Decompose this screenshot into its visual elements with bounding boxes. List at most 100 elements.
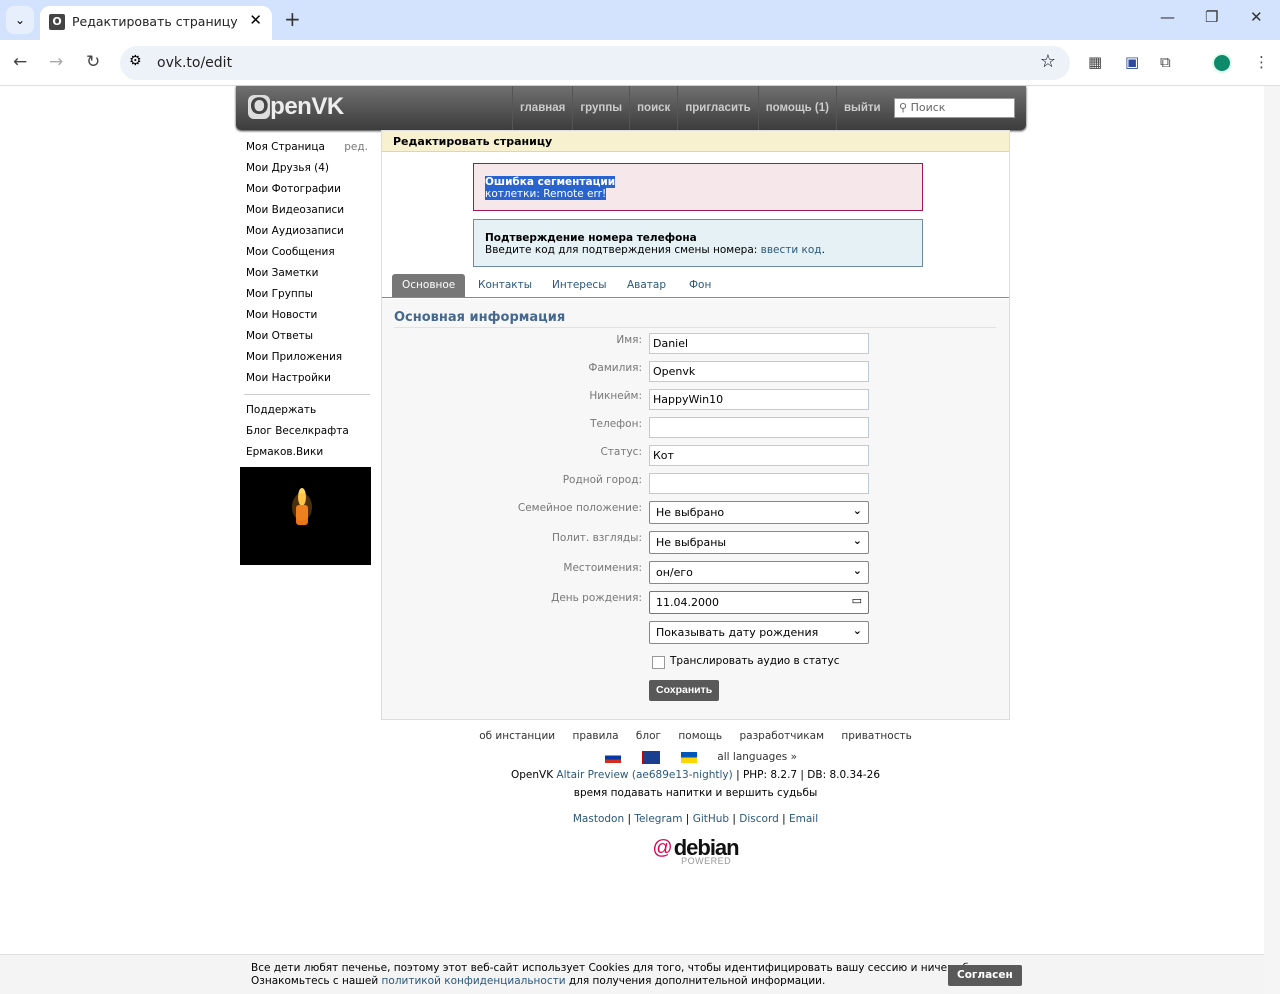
sidebar-replies[interactable]: Мои Ответы	[246, 329, 372, 350]
sidebar-messages[interactable]: Мои Сообщения	[246, 245, 372, 266]
telegram-link[interactable]: Telegram	[634, 813, 682, 825]
sidebar-videos[interactable]: Мои Видеозаписи	[246, 203, 372, 224]
menu-icon[interactable]: ⋮	[1254, 53, 1269, 71]
menu-invite[interactable]: пригласить	[677, 86, 757, 130]
restore-icon[interactable]: ❐	[1205, 8, 1218, 26]
sidebar-groups[interactable]: Мои Группы	[246, 287, 372, 308]
sidebar-audios[interactable]: Мои Аудиозаписи	[246, 224, 372, 245]
privacy-policy-link[interactable]: политикой конфиденциальности	[382, 975, 566, 987]
sidebar-donate[interactable]: Поддержать	[246, 403, 372, 424]
new-tab-button[interactable]: +	[284, 7, 301, 31]
version-link[interactable]: Altair Preview (ae689e13-nightly)	[556, 769, 732, 781]
chevron-down-icon: ⌄	[852, 564, 862, 577]
tab-interests[interactable]: Интересы	[542, 274, 616, 297]
chevron-down-icon: ⌄	[852, 624, 862, 637]
agree-button[interactable]: Согласен	[948, 965, 1022, 986]
last-name-input[interactable]: Openvk	[649, 361, 869, 382]
nickname-label: Никнейм:	[589, 390, 642, 402]
sidebar-notes[interactable]: Мои Заметки	[246, 266, 372, 287]
bookmark-star-icon[interactable]: ☆	[1040, 51, 1056, 72]
broadcast-audio-checkbox[interactable]	[652, 656, 665, 669]
github-link[interactable]: GitHub	[693, 813, 729, 825]
flag-ukrainian[interactable]	[680, 751, 697, 763]
mastodon-link[interactable]: Mastodon	[573, 813, 624, 825]
tab-main[interactable]: Основное	[392, 274, 466, 297]
url-text: ovk.to/edit	[157, 55, 233, 71]
save-button[interactable]: Сохранить	[649, 680, 720, 701]
footer-blog[interactable]: блог	[636, 730, 661, 742]
openvk-logo[interactable]: OpenVK	[248, 93, 344, 121]
close-window-icon[interactable]: ✕	[1250, 8, 1263, 26]
search-input[interactable]: ⚲ Поиск	[894, 98, 1015, 118]
browser-tab[interactable]: O Редактировать страницу - OpenVK ✕	[40, 6, 272, 40]
menu-home[interactable]: главная	[512, 86, 572, 130]
status-input[interactable]: Кот	[649, 445, 869, 466]
calendar-icon[interactable]: ▭	[852, 594, 862, 607]
candle-image	[240, 467, 371, 565]
tab-search-button[interactable]: ⌄	[6, 6, 34, 34]
slogan: время подавать напитки и вершить судьбы	[573, 787, 818, 799]
sidebar-settings[interactable]: Мои Настройки	[246, 371, 372, 392]
tab-background[interactable]: Фон	[679, 274, 721, 297]
marital-label: Семейное положение:	[517, 502, 642, 514]
site-header: OpenVK главная группы поиск пригласить п…	[236, 86, 1026, 130]
edit-form: Основная информация Имя: Daniel Фамилия:…	[382, 299, 1009, 719]
sidebar-blog[interactable]: Блог Веселкрафта	[246, 424, 372, 445]
search-icon: ⚲	[899, 101, 911, 114]
footer-developers[interactable]: разработчикам	[739, 730, 824, 742]
section-title: Основная информация	[394, 310, 996, 328]
site-info-icon[interactable]: ⚙	[129, 53, 142, 69]
tab-avatar[interactable]: Аватар	[617, 274, 676, 297]
extensions-puzzle-icon[interactable]: ⧉	[1160, 53, 1171, 71]
menu-help[interactable]: помощь (1)	[757, 86, 836, 130]
sidebar-photos[interactable]: Мои Фотографии	[246, 182, 372, 203]
reload-icon[interactable]: ↻	[86, 52, 100, 72]
sidebar-wiki[interactable]: Ермаков.Вики	[246, 445, 372, 466]
extension-icon[interactable]: ▣	[1125, 53, 1139, 71]
top-menu: главная группы поиск пригласить помощь (…	[512, 86, 888, 130]
sidebar-friends[interactable]: Мои Друзья (4)	[246, 161, 372, 182]
marital-select[interactable]: Не выбрано ⌄	[649, 501, 869, 524]
edit-link[interactable]: ред.	[344, 140, 368, 154]
birthday-input[interactable]: 11.04.2000 ▭	[649, 591, 869, 614]
discord-link[interactable]: Discord	[739, 813, 778, 825]
enter-code-link[interactable]: ввести код	[761, 244, 822, 256]
sidebar-my-page[interactable]: Моя Страница ред.	[246, 140, 372, 161]
email-link[interactable]: Email	[789, 813, 818, 825]
birthday-visibility-select[interactable]: Показывать дату рождения ⌄	[649, 621, 869, 644]
footer-rules[interactable]: правила	[572, 730, 618, 742]
footer-about[interactable]: об инстанции	[479, 730, 555, 742]
qr-icon[interactable]: ▦	[1088, 53, 1102, 71]
broadcast-audio-label: Транслировать аудио в статус	[670, 655, 840, 667]
back-icon[interactable]: ←	[13, 52, 27, 72]
sidebar-divider	[244, 394, 370, 395]
tab-contacts[interactable]: Контакты	[468, 274, 542, 297]
tab-title: Редактировать страницу - OpenVK	[72, 14, 240, 29]
hometown-input[interactable]	[649, 473, 869, 494]
flag-russian[interactable]	[604, 751, 621, 763]
forward-icon[interactable]: →	[49, 52, 63, 72]
menu-groups[interactable]: группы	[572, 86, 629, 130]
footer-privacy[interactable]: приватность	[841, 730, 911, 742]
political-select[interactable]: Не выбраны ⌄	[649, 531, 869, 554]
flag-english[interactable]	[641, 750, 660, 764]
sidebar-news[interactable]: Мои Новости	[246, 308, 372, 329]
all-languages-link[interactable]: all languages »	[717, 751, 797, 763]
first-name-input[interactable]: Daniel	[649, 333, 869, 354]
menu-search[interactable]: поиск	[629, 86, 677, 130]
pronouns-select[interactable]: он/его ⌄	[649, 561, 869, 584]
hometown-label: Родной город:	[562, 474, 642, 486]
political-label: Полит. взгляды:	[551, 532, 642, 544]
footer-help[interactable]: помощь	[678, 730, 722, 742]
cookie-banner: Все дети любят печенье, поэтому этот веб…	[0, 954, 1264, 994]
minimize-icon[interactable]: —	[1160, 8, 1175, 26]
scrollbar[interactable]	[1264, 86, 1280, 994]
close-tab-icon[interactable]: ✕	[249, 11, 262, 29]
sidebar-apps[interactable]: Мои Приложения	[246, 350, 372, 371]
nickname-input[interactable]: HappyWin10	[649, 389, 869, 410]
error-message: Ошибка сегментации котлетки: Remote err!	[473, 163, 923, 211]
address-bar[interactable]: ⚙ ovk.to/edit ☆	[120, 46, 1070, 80]
menu-logout[interactable]: выйти	[835, 86, 888, 130]
phone-input[interactable]	[649, 417, 869, 438]
profile-avatar[interactable]	[1212, 53, 1232, 73]
